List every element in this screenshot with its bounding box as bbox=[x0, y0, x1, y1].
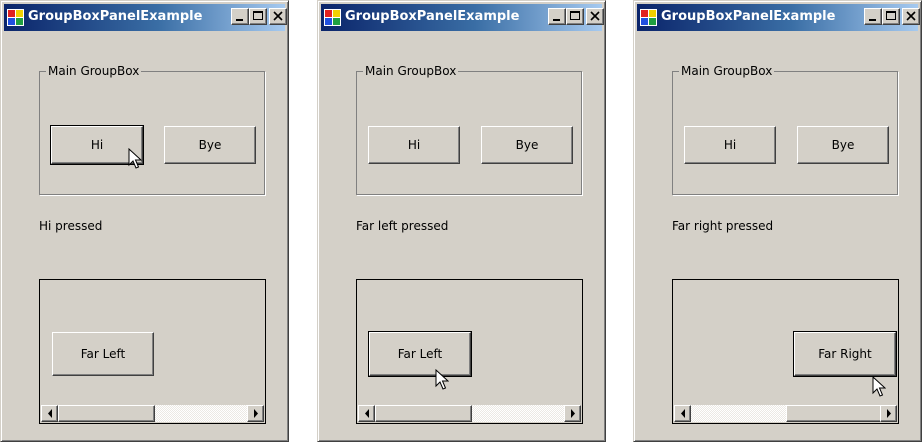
close-icon bbox=[273, 11, 283, 21]
title-bar[interactable]: GroupBoxPanelExample bbox=[4, 4, 287, 31]
scroll-right-button[interactable] bbox=[247, 405, 264, 422]
scroll-thumb[interactable] bbox=[375, 405, 472, 422]
main-groupbox: Main GroupBox Hi Bye bbox=[39, 63, 265, 195]
bye-button[interactable]: Bye bbox=[164, 126, 256, 164]
scroll-thumb[interactable] bbox=[786, 405, 883, 422]
maximize-icon bbox=[570, 11, 580, 20]
hi-button[interactable]: Hi bbox=[368, 126, 460, 164]
app-icon bbox=[7, 9, 24, 26]
far-right-button[interactable]: Far Right bbox=[793, 331, 897, 377]
groupbox-label: Main GroupBox bbox=[363, 63, 459, 79]
scroll-left-button[interactable] bbox=[358, 405, 375, 422]
minimize-icon bbox=[236, 19, 243, 21]
window-1: GroupBoxPanelExample Main GroupBox Hi By… bbox=[0, 0, 289, 442]
title-bar[interactable]: GroupBoxPanelExample bbox=[321, 4, 604, 31]
close-button[interactable] bbox=[269, 8, 287, 25]
scroll-panel: Far Right bbox=[672, 279, 899, 424]
scroll-left-arrow-icon bbox=[365, 409, 369, 418]
window-title: GroupBoxPanelExample bbox=[345, 9, 520, 24]
maximize-button[interactable] bbox=[566, 8, 584, 25]
scroll-left-button[interactable] bbox=[674, 405, 691, 422]
hi-button[interactable]: Hi bbox=[684, 126, 776, 164]
maximize-button[interactable] bbox=[249, 8, 267, 25]
scroll-left-button[interactable] bbox=[41, 405, 58, 422]
mouse-pointer-icon bbox=[435, 369, 449, 390]
status-label: Far right pressed bbox=[672, 219, 774, 233]
far-left-button[interactable]: Far Left bbox=[368, 331, 472, 377]
close-icon bbox=[590, 11, 600, 21]
title-bar[interactable]: GroupBoxPanelExample bbox=[637, 4, 920, 31]
minimize-button[interactable] bbox=[548, 8, 566, 25]
maximize-icon bbox=[253, 11, 263, 20]
groupbox-label: Main GroupBox bbox=[46, 63, 142, 79]
minimize-button[interactable] bbox=[231, 8, 249, 25]
scroll-right-arrow-icon bbox=[571, 409, 575, 418]
scroll-left-arrow-icon bbox=[681, 409, 685, 418]
window-3: GroupBoxPanelExample Main GroupBox Hi By… bbox=[633, 0, 922, 442]
scroll-thumb[interactable] bbox=[58, 405, 155, 422]
minimize-icon bbox=[869, 19, 876, 21]
mouse-pointer-icon bbox=[872, 376, 886, 397]
window-title: GroupBoxPanelExample bbox=[28, 9, 203, 24]
scroll-right-arrow-icon bbox=[254, 409, 258, 418]
far-left-button[interactable]: Far Left bbox=[52, 332, 154, 376]
scroll-right-button[interactable] bbox=[564, 405, 581, 422]
bye-button[interactable]: Bye bbox=[797, 126, 889, 164]
horizontal-scrollbar[interactable] bbox=[674, 405, 897, 422]
app-icon bbox=[640, 9, 657, 26]
window-2: GroupBoxPanelExample Main GroupBox Hi By… bbox=[317, 0, 606, 442]
bye-button[interactable]: Bye bbox=[481, 126, 573, 164]
scroll-right-arrow-icon bbox=[887, 409, 891, 418]
horizontal-scrollbar[interactable] bbox=[41, 405, 264, 422]
main-groupbox: Main GroupBox Hi Bye bbox=[672, 63, 898, 195]
minimize-icon bbox=[553, 19, 560, 21]
mouse-pointer-icon bbox=[128, 148, 142, 169]
maximize-button[interactable] bbox=[882, 8, 900, 25]
maximize-icon bbox=[886, 11, 896, 20]
scroll-right-button[interactable] bbox=[880, 405, 897, 422]
close-button[interactable] bbox=[902, 8, 920, 25]
app-icon bbox=[324, 9, 341, 26]
scroll-panel: Far Left bbox=[39, 279, 266, 424]
scroll-panel: Far Left bbox=[356, 279, 583, 424]
status-label: Far left pressed bbox=[356, 219, 449, 233]
window-title: GroupBoxPanelExample bbox=[661, 9, 836, 24]
scroll-left-arrow-icon bbox=[48, 409, 52, 418]
horizontal-scrollbar[interactable] bbox=[358, 405, 581, 422]
minimize-button[interactable] bbox=[864, 8, 882, 25]
groupbox-label: Main GroupBox bbox=[679, 63, 775, 79]
main-groupbox: Main GroupBox Hi Bye bbox=[356, 63, 582, 195]
close-icon bbox=[906, 11, 916, 21]
close-button[interactable] bbox=[586, 8, 604, 25]
status-label: Hi pressed bbox=[39, 219, 103, 233]
